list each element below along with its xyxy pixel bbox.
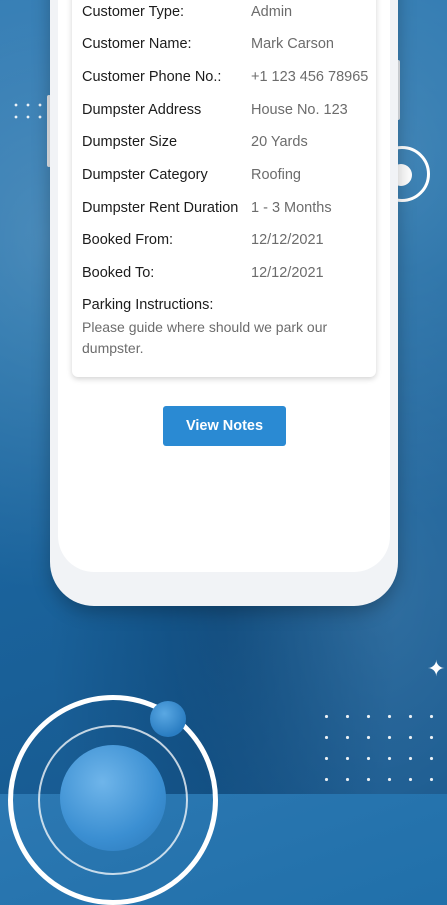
decorative-circle — [150, 701, 186, 737]
detail-label: Dumpster Address — [82, 102, 202, 118]
detail-value: 12/12/2021 — [251, 232, 324, 248]
detail-value: 1 - 3 Months — [251, 200, 332, 216]
decorative-dots — [316, 706, 447, 794]
detail-value: Mark Carson — [251, 36, 334, 52]
detail-label: Customer Type: — [82, 4, 185, 20]
detail-row-dumpster-category: Dumpster Category Roofing — [82, 164, 372, 186]
detail-row-dumpster-size: Dumpster Size 20 Yards — [82, 131, 372, 153]
booking-details-card: Customer Type: Admin Customer Name: Mark… — [72, 0, 376, 377]
detail-label: Dumpster Category — [82, 167, 208, 183]
detail-row-customer-name: Customer Name: Mark Carson — [82, 33, 372, 55]
view-notes-button[interactable]: View Notes — [163, 406, 286, 446]
detail-row-booked-from: Booked From: 12/12/2021 — [82, 229, 372, 251]
detail-row-rent-duration: Dumpster Rent Duration 1 - 3 Months — [82, 197, 372, 219]
detail-label: Dumpster Size — [82, 134, 178, 150]
phone-screen: Customer Type: Admin Customer Name: Mark… — [58, 0, 390, 572]
detail-value: +1 123 456 78965 — [251, 69, 369, 85]
detail-value: 20 Yards — [251, 134, 308, 150]
detail-row-customer-type: Customer Type: Admin — [82, 1, 372, 23]
parking-instructions-label: Parking Instructions: — [82, 297, 214, 313]
sparkle-icon: ✦ — [427, 656, 446, 681]
detail-label: Customer Name: — [82, 36, 192, 52]
detail-value: 12/12/2021 — [251, 265, 324, 281]
detail-row-customer-phone: Customer Phone No.: +1 123 456 78965 — [82, 66, 372, 88]
detail-label: Customer Phone No.: — [82, 69, 222, 85]
detail-value: Admin — [251, 4, 293, 20]
detail-row-booked-to: Booked To: 12/12/2021 — [82, 262, 372, 284]
detail-value: House No. 123 — [251, 102, 348, 118]
decorative-circle — [60, 745, 166, 851]
detail-row-dumpster-address: Dumpster Address House No. 123 — [82, 99, 372, 121]
decorative-dots — [10, 99, 50, 123]
detail-label: Booked To: — [82, 265, 155, 281]
parking-instructions-text: Please guide where should we park our du… — [82, 319, 328, 356]
detail-value: Roofing — [251, 167, 301, 183]
detail-label: Dumpster Rent Duration — [82, 200, 239, 216]
detail-label: Booked From: — [82, 232, 174, 248]
